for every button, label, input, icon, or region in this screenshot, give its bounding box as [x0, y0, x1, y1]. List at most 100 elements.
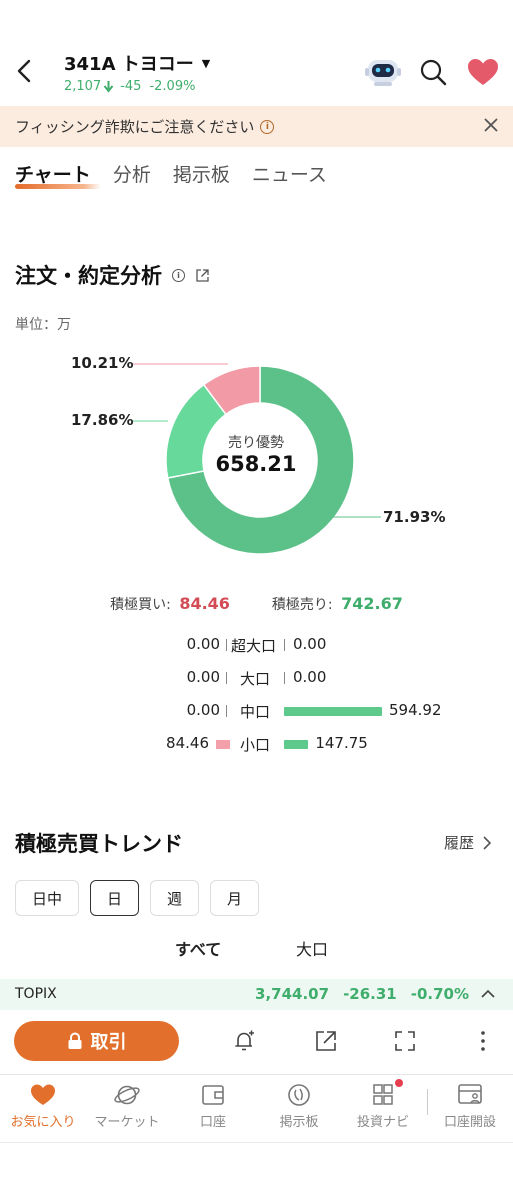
breakdown-row-xlarge: 0.00 超大口 0.00	[0, 632, 513, 656]
nav-bottom-divider	[0, 1142, 513, 1143]
divider	[226, 639, 227, 651]
size-tab-large[interactable]: 大口	[296, 936, 328, 960]
index-ticker[interactable]: TOPIX 3,744.07 -26.31 -0.70%	[0, 979, 513, 1010]
planet-icon	[114, 1085, 140, 1105]
breakdown-buy-value: 84.46	[166, 734, 209, 752]
nav-label: 口座開設	[443, 1115, 496, 1130]
breakdown-buy-value: 0.00	[186, 701, 220, 719]
buy-bar	[216, 740, 230, 749]
active-sell-label: 積極売り:	[271, 597, 333, 613]
nav-label: お気に入り	[10, 1115, 76, 1130]
tab-chart[interactable]: チャート	[15, 160, 91, 187]
bottom-nav: お気に入り マーケット 口座 掲示板 投資ナビ 口座開設	[0, 1079, 513, 1143]
active-buy-label: 積極買い:	[110, 597, 171, 613]
breakdown-sell-value: 147.75	[315, 734, 368, 752]
breakdown-row-large: 0.00 大口 0.00	[0, 665, 513, 689]
heart-icon	[31, 1084, 55, 1105]
section-title-order-analysis: 注文・約定分析 i	[15, 260, 210, 290]
section-title-trend: 積極売買トレンド	[15, 832, 183, 856]
donut-center-label: 売り優勢	[228, 435, 284, 451]
nav-item-account[interactable]: 口座	[170, 1083, 256, 1130]
period-day-button[interactable]: 日	[90, 880, 139, 916]
size-tab-all[interactable]: すべて	[175, 936, 221, 960]
index-values: 3,744.07 -26.31 -0.70%	[255, 985, 469, 1003]
price-change: -45	[120, 79, 142, 94]
stock-name: 341A トヨコー	[64, 54, 194, 75]
tab-board[interactable]: 掲示板	[173, 160, 230, 187]
sell-bar	[284, 707, 382, 716]
breakdown-label: 小口	[240, 736, 271, 754]
chevron-right-icon	[483, 835, 492, 850]
breakdown-buy-value: 0.00	[186, 668, 220, 686]
breakdown-sell-value: 0.00	[293, 635, 327, 653]
divider	[284, 639, 285, 651]
active-totals: 積極買い: 84.46 積極売り: 742.67	[0, 594, 513, 614]
nav-label: 口座	[199, 1115, 226, 1130]
share-icon[interactable]	[195, 268, 210, 283]
period-intraday-button[interactable]: 日中	[15, 880, 79, 916]
notification-dot	[395, 1079, 403, 1087]
index-change: -26.31	[343, 985, 397, 1003]
nav-item-favorites[interactable]: お気に入り	[0, 1083, 86, 1130]
favorite-heart-icon[interactable]	[466, 57, 500, 87]
nav-item-invest-navi[interactable]: 投資ナビ	[340, 1079, 426, 1130]
breakdown-sell-value: 594.92	[389, 701, 442, 719]
back-arrow-icon[interactable]	[10, 56, 40, 86]
banner-text: フィッシング詐欺にご注意ください	[15, 118, 255, 136]
divider	[284, 672, 285, 684]
caret-down-icon: ▼	[201, 56, 211, 70]
active-buy: 積極買い: 84.46	[110, 594, 230, 614]
price-line: 2,107 -45 -2.09%	[64, 79, 195, 94]
phishing-warning-banner[interactable]: フィッシング詐欺にご注意ください i	[0, 106, 513, 147]
period-week-button[interactable]: 週	[150, 880, 199, 916]
breakdown-label: 中口	[240, 703, 271, 721]
tab-bar: チャート 分析 掲示板 ニュース	[15, 160, 327, 187]
slice-label-buy-small: 10.21%	[71, 354, 134, 372]
fullscreen-icon[interactable]	[392, 1028, 418, 1054]
tab-news[interactable]: ニュース	[252, 160, 327, 187]
breakdown-label: 大口	[240, 670, 271, 688]
account-open-icon	[458, 1084, 482, 1104]
period-month-button[interactable]: 月	[210, 880, 259, 916]
info-icon[interactable]: i	[172, 268, 185, 282]
nav-item-account-open[interactable]: 口座開設	[427, 1083, 513, 1130]
breakdown-sell-value: 0.00	[293, 668, 327, 686]
breakdown-buy-value: 0.00	[186, 635, 220, 653]
active-sell: 積極売り: 742.67	[272, 594, 403, 614]
info-icon: i	[260, 119, 275, 134]
breakdown-row-medium: 0.00 中口 594.92	[0, 698, 513, 722]
active-tab-indicator	[15, 184, 101, 189]
index-change-pct: -0.70%	[410, 985, 469, 1003]
nav-divider	[0, 1074, 513, 1075]
nav-item-board[interactable]: 掲示板	[256, 1083, 342, 1130]
share-icon[interactable]	[313, 1028, 339, 1054]
active-buy-value: 84.46	[179, 594, 230, 613]
breakdown-row-small: 84.46 小口 147.75	[0, 731, 513, 755]
close-icon[interactable]	[480, 114, 502, 136]
robot-assistant-icon[interactable]	[364, 54, 402, 88]
history-link[interactable]: 履歴	[444, 832, 492, 853]
down-arrow-icon	[103, 80, 114, 93]
order-analysis-title: 注文・約定分析	[15, 264, 162, 288]
more-vertical-icon[interactable]	[470, 1028, 496, 1054]
trade-label: 取引	[90, 1032, 127, 1053]
active-sell-value: 742.67	[341, 594, 403, 613]
index-name: TOPIX	[15, 986, 57, 1002]
history-label: 履歴	[444, 834, 475, 852]
search-icon[interactable]	[418, 57, 448, 87]
period-selector: 日中 日 週 月	[15, 880, 259, 916]
stock-name-dropdown[interactable]: 341A トヨコー ▼	[64, 50, 210, 76]
donut-center-value: 658.21	[215, 452, 297, 476]
grid-icon	[373, 1084, 393, 1105]
alert-bell-icon[interactable]	[232, 1028, 258, 1054]
current-price: 2,107	[64, 79, 102, 94]
lock-icon	[68, 1032, 81, 1049]
nav-item-market[interactable]: マーケット	[84, 1083, 170, 1130]
trade-button[interactable]: 取引	[14, 1021, 179, 1061]
tab-analysis[interactable]: 分析	[113, 160, 151, 187]
nav-label: マーケット	[94, 1115, 160, 1130]
index-value: 3,744.07	[255, 985, 330, 1003]
unit-label: 単位：万	[15, 317, 71, 333]
price-change-pct: -2.09%	[149, 79, 196, 94]
chevron-up-icon[interactable]	[477, 983, 499, 1005]
